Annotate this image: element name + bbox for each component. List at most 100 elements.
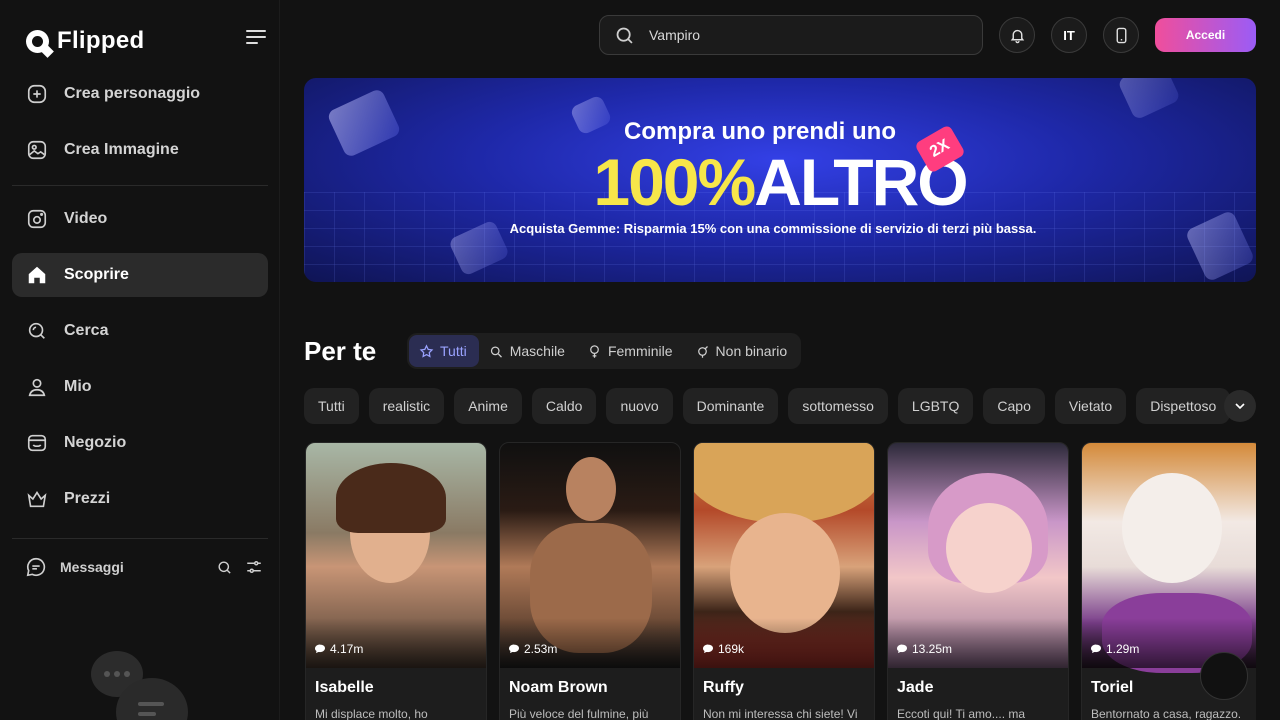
sidebar-item-cerca[interactable]: Cerca: [12, 309, 268, 353]
tab-femminile[interactable]: Femminile: [577, 335, 685, 367]
star-icon: [419, 343, 434, 358]
chat-bubble-icon: [315, 644, 325, 653]
search-icon: [616, 27, 633, 44]
sidebar-item-label: Video: [64, 210, 108, 227]
character-cards: 4.17m Isabelle Mi displace molto, ho 2.5…: [305, 442, 1256, 720]
search-bar[interactable]: [599, 15, 983, 55]
sidebar-item-crea-immagine[interactable]: Crea Immagine: [12, 128, 268, 172]
chat-bubble-icon: [897, 644, 907, 653]
sidebar: Flipped Crea personaggio Crea Immagine V…: [0, 0, 280, 720]
character-card[interactable]: 13.25m Jade Eccoti qui! Ti amo.... ma: [887, 442, 1069, 720]
chat-bubble-icon: [1091, 644, 1101, 653]
image-icon: [25, 138, 49, 162]
sidebar-item-negozio[interactable]: Negozio: [12, 421, 268, 465]
home-icon: [25, 263, 49, 287]
banner-headline: Compra uno prendi uno: [624, 118, 896, 145]
face-shape: [566, 457, 616, 521]
messages-label: Messaggi: [60, 559, 124, 575]
filter-sliders-icon[interactable]: [244, 557, 264, 577]
character-card[interactable]: 2.53m Noam Brown Più veloce del fulmine,…: [499, 442, 681, 720]
logo[interactable]: Flipped: [26, 27, 144, 55]
expand-chips-button[interactable]: [1224, 390, 1256, 422]
logo-icon: [26, 29, 49, 53]
character-image: [694, 443, 874, 668]
character-card[interactable]: 4.17m Isabelle Mi displace molto, ho: [305, 442, 487, 720]
category-chips: Tutti realistic Anime Caldo nuovo Domina…: [304, 388, 1240, 424]
notifications-button[interactable]: [999, 17, 1035, 53]
sidebar-item-prezzi[interactable]: Prezzi: [12, 477, 268, 521]
login-button[interactable]: Accedi: [1155, 18, 1256, 52]
sidebar-item-scoprire[interactable]: Scoprire: [12, 253, 268, 297]
chat-count-value: 1.29m: [1106, 642, 1140, 656]
sidebar-item-crea-personaggio[interactable]: Crea personaggio: [12, 72, 268, 116]
language-label: IT: [1063, 27, 1075, 43]
floating-action-button[interactable]: [1200, 652, 1248, 700]
promo-banner[interactable]: Compra uno prendi uno 100%ALTRO 2X Acqui…: [304, 78, 1256, 282]
menu-toggle-button[interactable]: [246, 30, 266, 46]
straw-hat-shape: [694, 443, 874, 523]
banner-highlight: 100%: [593, 145, 756, 219]
sidebar-item-video[interactable]: Video: [12, 197, 268, 241]
chip-caldo[interactable]: Caldo: [531, 388, 597, 424]
female-icon: [590, 344, 599, 358]
sidebar-divider: [12, 185, 268, 186]
chat-count: 169k: [702, 642, 744, 656]
sidebar-item-label: Cerca: [64, 322, 109, 339]
search-icon: [25, 319, 49, 343]
chat-count: 2.53m: [508, 642, 557, 656]
sidebar-item-mio[interactable]: Mio: [12, 365, 268, 409]
chip-dominante[interactable]: Dominante: [682, 388, 779, 424]
banner-subtext: Acquista Gemme: Risparmia 15% con una co…: [509, 221, 1037, 236]
tab-tutti[interactable]: Tutti: [409, 335, 479, 367]
character-description: Più veloce del fulmine, più: [509, 707, 649, 720]
tab-label: Tutti: [440, 343, 467, 359]
bell-icon: [1010, 29, 1024, 43]
chat-count: 13.25m: [896, 642, 952, 656]
chip-tutti[interactable]: Tutti: [304, 388, 359, 424]
chip-capo[interactable]: Capo: [983, 388, 1045, 424]
hair-shape: [336, 463, 446, 533]
phone-icon: [1116, 27, 1126, 43]
chip-sottomesso[interactable]: sottomesso: [788, 388, 888, 424]
character-card[interactable]: 169k Ruffy Non mi interessa chi siete! V…: [693, 442, 875, 720]
chip-dispettoso[interactable]: Dispettoso: [1136, 388, 1231, 424]
search-messages-icon[interactable]: [214, 557, 234, 577]
search-input[interactable]: [649, 27, 949, 43]
torso-shape: [530, 523, 652, 653]
banner-big-text: 100%ALTRO: [304, 144, 1256, 220]
tab-maschile[interactable]: Maschile: [479, 335, 577, 367]
empty-chat-illustration: [90, 648, 190, 720]
chat-icon: [24, 555, 48, 579]
character-image: [1082, 443, 1256, 673]
chip-lgbtq[interactable]: LGBTQ: [897, 388, 974, 424]
character-name: Jade: [897, 679, 934, 696]
tab-non-binario[interactable]: Non binario: [685, 335, 800, 367]
sidebar-item-label: Crea Immagine: [64, 141, 179, 158]
character-image: [888, 443, 1068, 668]
character-name: Isabelle: [315, 679, 374, 696]
character-name: Toriel: [1091, 679, 1134, 696]
tab-label: Non binario: [715, 343, 788, 359]
crown-icon: [25, 487, 49, 511]
sidebar-divider: [12, 538, 268, 539]
user-icon: [25, 375, 49, 399]
chip-anime[interactable]: Anime: [454, 388, 522, 424]
tab-label: Maschile: [509, 343, 565, 359]
messages-header: Messaggi: [24, 554, 264, 580]
character-description: Non mi interessa chi siete! Vi: [703, 707, 858, 720]
character-name: Ruffy: [703, 679, 744, 696]
sidebar-item-label: Crea personaggio: [64, 85, 201, 102]
character-image: [306, 443, 486, 668]
face-shape: [730, 513, 840, 633]
plus-square-icon: [25, 82, 49, 106]
chat-bubble-icon: [703, 644, 713, 653]
sidebar-item-label: Prezzi: [64, 490, 111, 507]
chat-count-value: 2.53m: [524, 642, 558, 656]
language-button[interactable]: IT: [1051, 17, 1087, 53]
mobile-app-button[interactable]: [1103, 17, 1139, 53]
chip-realistic[interactable]: realistic: [368, 388, 445, 424]
character-name: Noam Brown: [509, 679, 608, 696]
chip-nuovo[interactable]: nuovo: [606, 388, 673, 424]
character-image: [500, 443, 680, 668]
chip-vietato[interactable]: Vietato: [1054, 388, 1127, 424]
